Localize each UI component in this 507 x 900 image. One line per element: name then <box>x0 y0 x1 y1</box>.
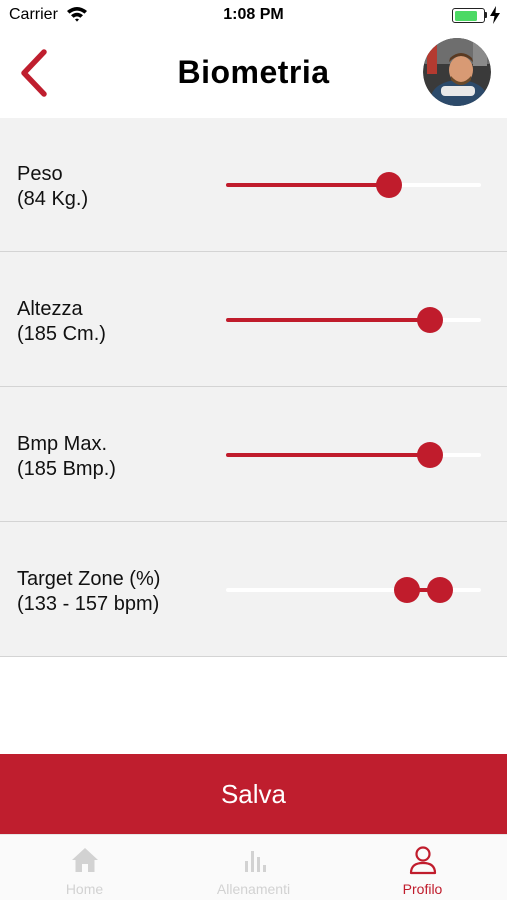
setting-label: Altezza (185 Cm.) <box>17 297 106 347</box>
home-icon <box>72 848 98 872</box>
setting-value: (133 - 157 bpm) <box>17 593 160 615</box>
header: Biometria <box>0 30 507 118</box>
setting-value: (185 Cm.) <box>17 323 106 345</box>
setting-name: Altezza <box>17 298 83 320</box>
battery-icon <box>452 8 485 23</box>
setting-row-max-bpm: Bmp Max. (185 Bmp.) <box>0 388 507 522</box>
slider-thumb[interactable] <box>417 307 443 333</box>
target-zone-range-slider[interactable] <box>226 577 481 603</box>
setting-row-height: Altezza (185 Cm.) <box>0 253 507 387</box>
setting-label: Peso (84 Kg.) <box>17 162 88 212</box>
setting-name: Target Zone (%) <box>17 568 161 590</box>
charging-icon <box>490 6 500 24</box>
tab-label: Allenamenti <box>216 881 291 897</box>
status-bar: Carrier 1:08 PM <box>0 0 507 30</box>
setting-name: Peso <box>17 163 63 185</box>
setting-row-target-zone: Target Zone (%) (133 - 157 bpm) <box>0 523 507 657</box>
tab-bar: Home Allenamenti Profilo <box>0 834 507 900</box>
tab-profile[interactable]: Profilo <box>338 835 507 900</box>
max-bpm-slider[interactable] <box>226 442 481 468</box>
biometric-settings: Peso (84 Kg.) Altezza (185 Cm.) Bmp Max.… <box>0 118 507 657</box>
tab-workouts[interactable]: Allenamenti <box>169 835 338 900</box>
bar-chart-icon <box>245 851 266 872</box>
battery-cap <box>485 12 487 18</box>
person-icon <box>409 846 437 875</box>
slider-fill <box>226 453 430 457</box>
setting-value: (185 Bmp.) <box>17 458 116 480</box>
tab-label: Profilo <box>402 881 443 897</box>
avatar[interactable] <box>423 38 491 106</box>
battery-level <box>454 10 477 21</box>
weight-slider[interactable] <box>226 172 481 198</box>
slider-fill <box>226 183 390 187</box>
save-button[interactable]: Salva <box>0 754 507 834</box>
tab-label: Home <box>65 881 104 897</box>
slider-thumb[interactable] <box>376 172 403 198</box>
status-time: 1:08 PM <box>223 6 284 23</box>
setting-name: Bmp Max. <box>17 433 108 455</box>
setting-label: Target Zone (%) (133 - 157 bpm) <box>17 567 160 617</box>
slider-thumb-low[interactable] <box>394 577 421 603</box>
setting-label: Bmp Max. (185 Bmp.) <box>17 432 116 482</box>
slider-fill <box>226 318 430 322</box>
tab-home[interactable]: Home <box>0 835 169 900</box>
slider-thumb-high[interactable] <box>427 577 454 603</box>
slider-thumb[interactable] <box>417 442 443 468</box>
setting-row-weight: Peso (84 Kg.) <box>0 118 507 252</box>
setting-value: (84 Kg.) <box>17 188 89 210</box>
height-slider[interactable] <box>226 307 481 333</box>
